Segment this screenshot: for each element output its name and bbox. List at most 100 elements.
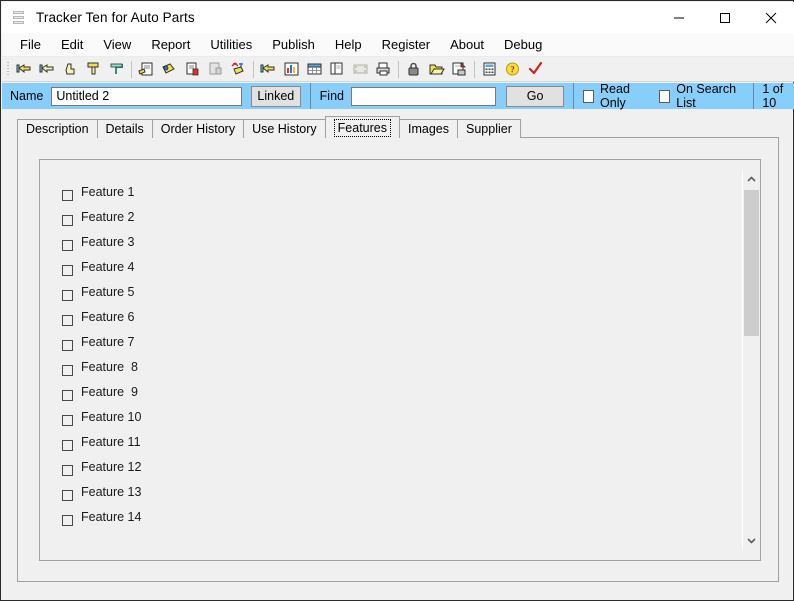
feature-label: Feature 10 <box>81 409 142 424</box>
menu-item-utilities[interactable]: Utilities <box>200 34 262 55</box>
tab-description[interactable]: Description <box>17 119 98 138</box>
list-item[interactable]: Feature 11 <box>62 433 141 453</box>
delete-record-icon[interactable] <box>181 58 204 80</box>
feature-label: Feature 9 <box>81 384 138 399</box>
hand-next-record-icon[interactable] <box>82 58 105 80</box>
feature-checkbox[interactable] <box>62 340 73 351</box>
hand-last-record-icon[interactable] <box>105 58 128 80</box>
list-item[interactable]: Feature 6 <box>62 308 135 328</box>
hand-first-record-icon[interactable] <box>13 58 36 80</box>
menu-item-report[interactable]: Report <box>141 34 200 55</box>
feature-checkbox[interactable] <box>62 190 73 201</box>
list-item[interactable]: Feature 10 <box>62 408 141 428</box>
tab-images[interactable]: Images <box>399 119 459 138</box>
hand-stop-icon[interactable] <box>59 58 82 80</box>
menu-item-file[interactable]: File <box>10 34 51 55</box>
list-item[interactable]: Feature 5 <box>62 283 135 303</box>
read-only-label: Read Only <box>600 82 630 110</box>
list-item[interactable]: Feature 12 <box>62 458 141 478</box>
lock-icon[interactable] <box>402 58 425 80</box>
duplicate-pages-icon[interactable] <box>326 58 349 80</box>
chevron-down-icon[interactable] <box>743 532 760 549</box>
copy-record-icon[interactable] <box>204 58 227 80</box>
feature-checkbox[interactable] <box>62 390 73 401</box>
menu-item-debug[interactable]: Debug <box>494 34 552 55</box>
record-counter: 1 of 10 <box>762 82 784 110</box>
toolbar-grip[interactable] <box>4 60 12 79</box>
menu-item-view[interactable]: View <box>93 34 141 55</box>
tab-label: Use History <box>252 122 317 136</box>
tab-label: Supplier <box>466 122 512 136</box>
database-stack-icon <box>11 10 27 26</box>
grid-table-icon[interactable] <box>303 58 326 80</box>
feature-label: Feature 3 <box>81 234 135 249</box>
print-icon[interactable] <box>372 58 395 80</box>
feature-checkbox[interactable] <box>62 440 73 451</box>
list-item[interactable]: Feature 4 <box>62 258 135 278</box>
help-question-icon[interactable]: ? <box>501 58 524 80</box>
features-panel: Feature 1 Feature 2 Feature 3 Feature 4 … <box>39 159 761 561</box>
feature-checkbox[interactable] <box>62 365 73 376</box>
tab-order-history[interactable]: Order History <box>151 119 245 138</box>
feature-checkbox[interactable] <box>62 515 73 526</box>
menu-item-help[interactable]: Help <box>325 34 372 55</box>
list-item[interactable]: Feature 2 <box>62 208 135 228</box>
open-folder-icon[interactable] <box>425 58 448 80</box>
menu-item-publish[interactable]: Publish <box>262 34 325 55</box>
vertical-scrollbar[interactable] <box>742 171 759 549</box>
save-as-icon[interactable] <box>448 58 471 80</box>
minimize-icon[interactable] <box>656 2 702 33</box>
list-item[interactable]: Feature 14 <box>62 508 141 528</box>
divider <box>752 83 754 109</box>
edit-record-icon[interactable] <box>135 58 158 80</box>
feature-label: Feature 13 <box>81 484 142 499</box>
toolbar-separator <box>253 60 254 78</box>
new-record-icon[interactable] <box>158 58 181 80</box>
feature-label: Feature 14 <box>81 509 142 524</box>
feature-checkbox[interactable] <box>62 240 73 251</box>
close-icon[interactable] <box>748 2 794 33</box>
tab-supplier[interactable]: Supplier <box>457 119 521 138</box>
find-label: Find <box>319 89 344 103</box>
maximize-icon[interactable] <box>702 2 748 33</box>
calculator-icon[interactable] <box>478 58 501 80</box>
svg-text:?: ? <box>510 65 515 75</box>
tab-use-history[interactable]: Use History <box>243 119 326 138</box>
list-item[interactable]: Feature 8 <box>62 358 138 378</box>
tab-features[interactable]: Features <box>324 116 401 138</box>
linked-button[interactable]: Linked <box>250 85 301 107</box>
feature-checkbox[interactable] <box>62 215 73 226</box>
feature-checkbox[interactable] <box>62 265 73 276</box>
spelling-check-icon[interactable] <box>227 58 250 80</box>
on-search-list-checkbox[interactable]: On Search List <box>659 82 743 110</box>
divider <box>309 83 311 109</box>
list-item[interactable]: Feature 13 <box>62 483 141 503</box>
checkbox-box <box>659 89 671 103</box>
menu-item-about[interactable]: About <box>440 34 494 55</box>
name-input[interactable] <box>51 86 242 106</box>
feature-checkbox[interactable] <box>62 415 73 426</box>
hand-previous-record-icon[interactable] <box>36 58 59 80</box>
list-item[interactable]: Feature 9 <box>62 383 138 403</box>
list-item[interactable]: Feature 7 <box>62 333 135 353</box>
feature-checkbox[interactable] <box>62 490 73 501</box>
list-item[interactable]: Feature 3 <box>62 233 135 253</box>
chevron-up-icon[interactable] <box>743 171 760 188</box>
pointer-hand-icon[interactable] <box>257 58 280 80</box>
checkmark-icon[interactable] <box>524 58 547 80</box>
menu-item-edit[interactable]: Edit <box>51 34 93 55</box>
feature-label: Feature 7 <box>81 334 135 349</box>
list-item[interactable]: Feature 1 <box>62 183 135 203</box>
filmstrip-icon[interactable] <box>349 58 372 80</box>
tab-details[interactable]: Details <box>96 119 153 138</box>
go-button[interactable]: Go <box>506 85 565 107</box>
feature-checkbox[interactable] <box>62 290 73 301</box>
toolbar-separator <box>131 60 132 78</box>
scrollbar-thumb[interactable] <box>744 190 759 336</box>
menu-item-register[interactable]: Register <box>372 34 440 55</box>
feature-checkbox[interactable] <box>62 465 73 476</box>
search-input[interactable] <box>351 86 496 106</box>
read-only-checkbox[interactable]: Read Only <box>583 82 648 110</box>
feature-checkbox[interactable] <box>62 315 73 326</box>
chart-report-icon[interactable] <box>280 58 303 80</box>
